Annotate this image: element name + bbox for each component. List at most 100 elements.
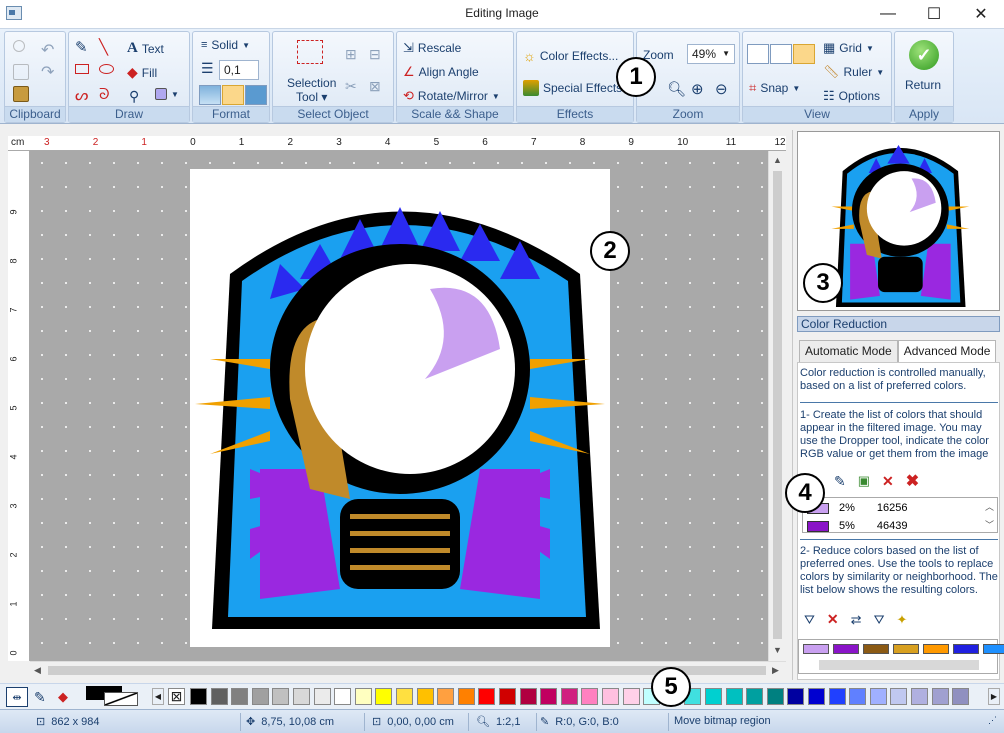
redo-icon[interactable]: ↷ — [41, 62, 54, 82]
maximize-button[interactable]: ☐ — [911, 0, 957, 28]
rescale-button[interactable]: ⇲ Rescale — [403, 40, 461, 56]
preferred-colors-list[interactable]: 2% 16256 5% 46439 ︿ ﹀ — [802, 497, 998, 533]
palette-color-swatch[interactable] — [313, 688, 331, 705]
tab-advanced-mode[interactable]: Advanced Mode — [897, 340, 997, 362]
ungroup-objects-icon[interactable]: ⊟ — [369, 46, 381, 63]
palette-color-swatch[interactable] — [540, 688, 558, 705]
palette-color-swatch[interactable] — [766, 688, 784, 705]
zoom-out-icon[interactable]: ⊖ — [715, 80, 728, 98]
line-icon[interactable]: ╲ — [99, 38, 108, 56]
zoom-fit-icon[interactable]: 🔍︎ — [667, 80, 686, 98]
copy-icon[interactable] — [13, 64, 29, 80]
palette-color-swatch[interactable] — [828, 688, 846, 705]
palette-color-swatch[interactable] — [190, 688, 207, 705]
undo-icon[interactable]: ↶ — [41, 40, 54, 60]
palette-color-swatch[interactable] — [396, 688, 413, 705]
background-color-swatch[interactable] — [104, 692, 138, 706]
image-canvas[interactable] — [30, 151, 768, 661]
zoom-dropdown[interactable]: 49% ▼ — [687, 44, 735, 64]
palette-color-swatch[interactable] — [437, 688, 455, 705]
rotate-mirror-button[interactable]: ⟲ Rotate/Mirror ▼ — [403, 88, 500, 104]
result-color-swatch[interactable] — [953, 644, 979, 654]
resize-grip-icon[interactable]: ⋰ — [988, 715, 997, 726]
list-scroll-down-icon[interactable]: ﹀ — [985, 518, 994, 531]
palette-color-swatch[interactable] — [293, 688, 310, 705]
result-color-swatch[interactable] — [833, 644, 859, 654]
replace-neighbor-icon[interactable]: ⇄ — [851, 612, 862, 628]
palette-fill-icon[interactable]: ◆ — [58, 689, 68, 705]
filter-similarity-icon[interactable]: ⛛ — [804, 612, 815, 628]
palette-color-swatch[interactable] — [231, 688, 249, 705]
group-objects-icon[interactable]: ⊞ — [345, 46, 357, 63]
palette-color-swatch[interactable] — [705, 688, 722, 705]
rectangle-icon[interactable] — [75, 64, 89, 74]
dropper-icon[interactable]: ⚲ — [129, 88, 139, 105]
clear-colors-icon[interactable]: ✖ — [906, 471, 919, 491]
palette-color-swatch[interactable] — [808, 688, 825, 705]
palette-color-swatch[interactable] — [602, 688, 619, 705]
result-color-swatch[interactable] — [803, 644, 829, 654]
delete-object-icon[interactable]: ✂ — [345, 78, 357, 95]
return-button[interactable]: Return — [905, 78, 941, 92]
minimize-button[interactable]: — — [865, 0, 911, 28]
curve-icon[interactable]: ᔕ — [75, 86, 88, 104]
result-color-swatch[interactable] — [863, 644, 889, 654]
result-color-swatch[interactable] — [983, 644, 1004, 654]
options-button[interactable]: ☷ Options — [823, 88, 880, 104]
line-style-dropdown[interactable]: ≡ Solid ▼ — [201, 38, 250, 52]
palette-color-swatch[interactable] — [869, 688, 887, 705]
palette-color-swatch[interactable] — [499, 688, 516, 705]
fill-style-solid-button[interactable] — [245, 85, 267, 105]
freehand-icon[interactable]: ᘐ — [99, 86, 110, 103]
result-scroll-thumb[interactable] — [819, 660, 979, 670]
view-split-button[interactable] — [770, 44, 792, 64]
result-color-swatch[interactable] — [893, 644, 919, 654]
remove-color-icon[interactable]: ✕ — [882, 473, 894, 490]
palette-dropper-icon[interactable]: ✎ — [34, 689, 46, 706]
palette-color-swatch[interactable] — [457, 688, 475, 705]
paste-icon[interactable] — [13, 86, 29, 102]
palette-color-swatch[interactable] — [725, 688, 743, 705]
palette-color-swatch[interactable] — [416, 688, 434, 705]
vertical-scroll-thumb[interactable] — [773, 171, 782, 639]
grid-button[interactable]: ▦ Grid ▼ — [823, 40, 874, 56]
ellipse-icon[interactable] — [99, 64, 114, 74]
line-width-input[interactable]: 0,1 — [219, 60, 259, 80]
palette-color-swatch[interactable] — [334, 688, 352, 705]
palette-color-swatch[interactable] — [251, 688, 269, 705]
palette-color-swatch[interactable] — [622, 688, 640, 705]
text-button[interactable]: A Text — [127, 40, 164, 57]
snap-button[interactable]: ⌗ Snap ▼ — [749, 80, 800, 96]
dropper-tool-icon[interactable]: ✎ — [834, 473, 846, 490]
palette-scroll-left-icon[interactable]: ◀ — [152, 688, 164, 705]
close-button[interactable]: ✕ — [958, 0, 1004, 28]
palette-color-swatch[interactable] — [746, 688, 764, 705]
palette-color-swatch[interactable] — [354, 688, 372, 705]
palette-color-swatch[interactable] — [911, 688, 928, 705]
scroll-up-icon[interactable]: ▲ — [773, 155, 782, 165]
view-single-button[interactable] — [747, 44, 769, 64]
scroll-down-icon[interactable]: ▼ — [773, 645, 782, 655]
palette-color-swatch[interactable] — [952, 688, 970, 705]
result-color-swatch[interactable] — [923, 644, 949, 654]
palette-color-swatch[interactable] — [931, 688, 949, 705]
no-color-swatch[interactable]: ⊠ — [168, 688, 185, 705]
palette-color-swatch[interactable] — [272, 688, 290, 705]
fill-style-outline-button[interactable] — [222, 85, 244, 105]
palette-color-swatch[interactable] — [787, 688, 805, 705]
palette-color-swatch[interactable] — [519, 688, 537, 705]
special-effects-button[interactable]: Special Effects — [523, 80, 622, 96]
align-angle-button[interactable]: ∠ Align Angle — [403, 64, 479, 80]
shape-color-dropdown[interactable]: ▼ — [155, 88, 179, 100]
list-scroll-up-icon[interactable]: ︿ — [985, 500, 994, 513]
get-from-image-icon[interactable]: ▣ — [858, 473, 870, 489]
palette-color-swatch[interactable] — [210, 688, 228, 705]
palette-split-icon[interactable]: ⇹ — [6, 687, 28, 707]
palette-color-swatch[interactable] — [581, 688, 599, 705]
fill-style-gradient-button[interactable] — [199, 85, 221, 105]
remove-result-icon[interactable]: ✕ — [827, 611, 839, 628]
fill-button[interactable]: ◆ Fill — [127, 64, 157, 81]
resulting-colors-list[interactable] — [798, 639, 1004, 674]
selection-tool-button[interactable]: Selection Tool ▾ — [287, 76, 336, 104]
palette-scroll-right-icon[interactable]: ▶ — [988, 688, 1000, 705]
